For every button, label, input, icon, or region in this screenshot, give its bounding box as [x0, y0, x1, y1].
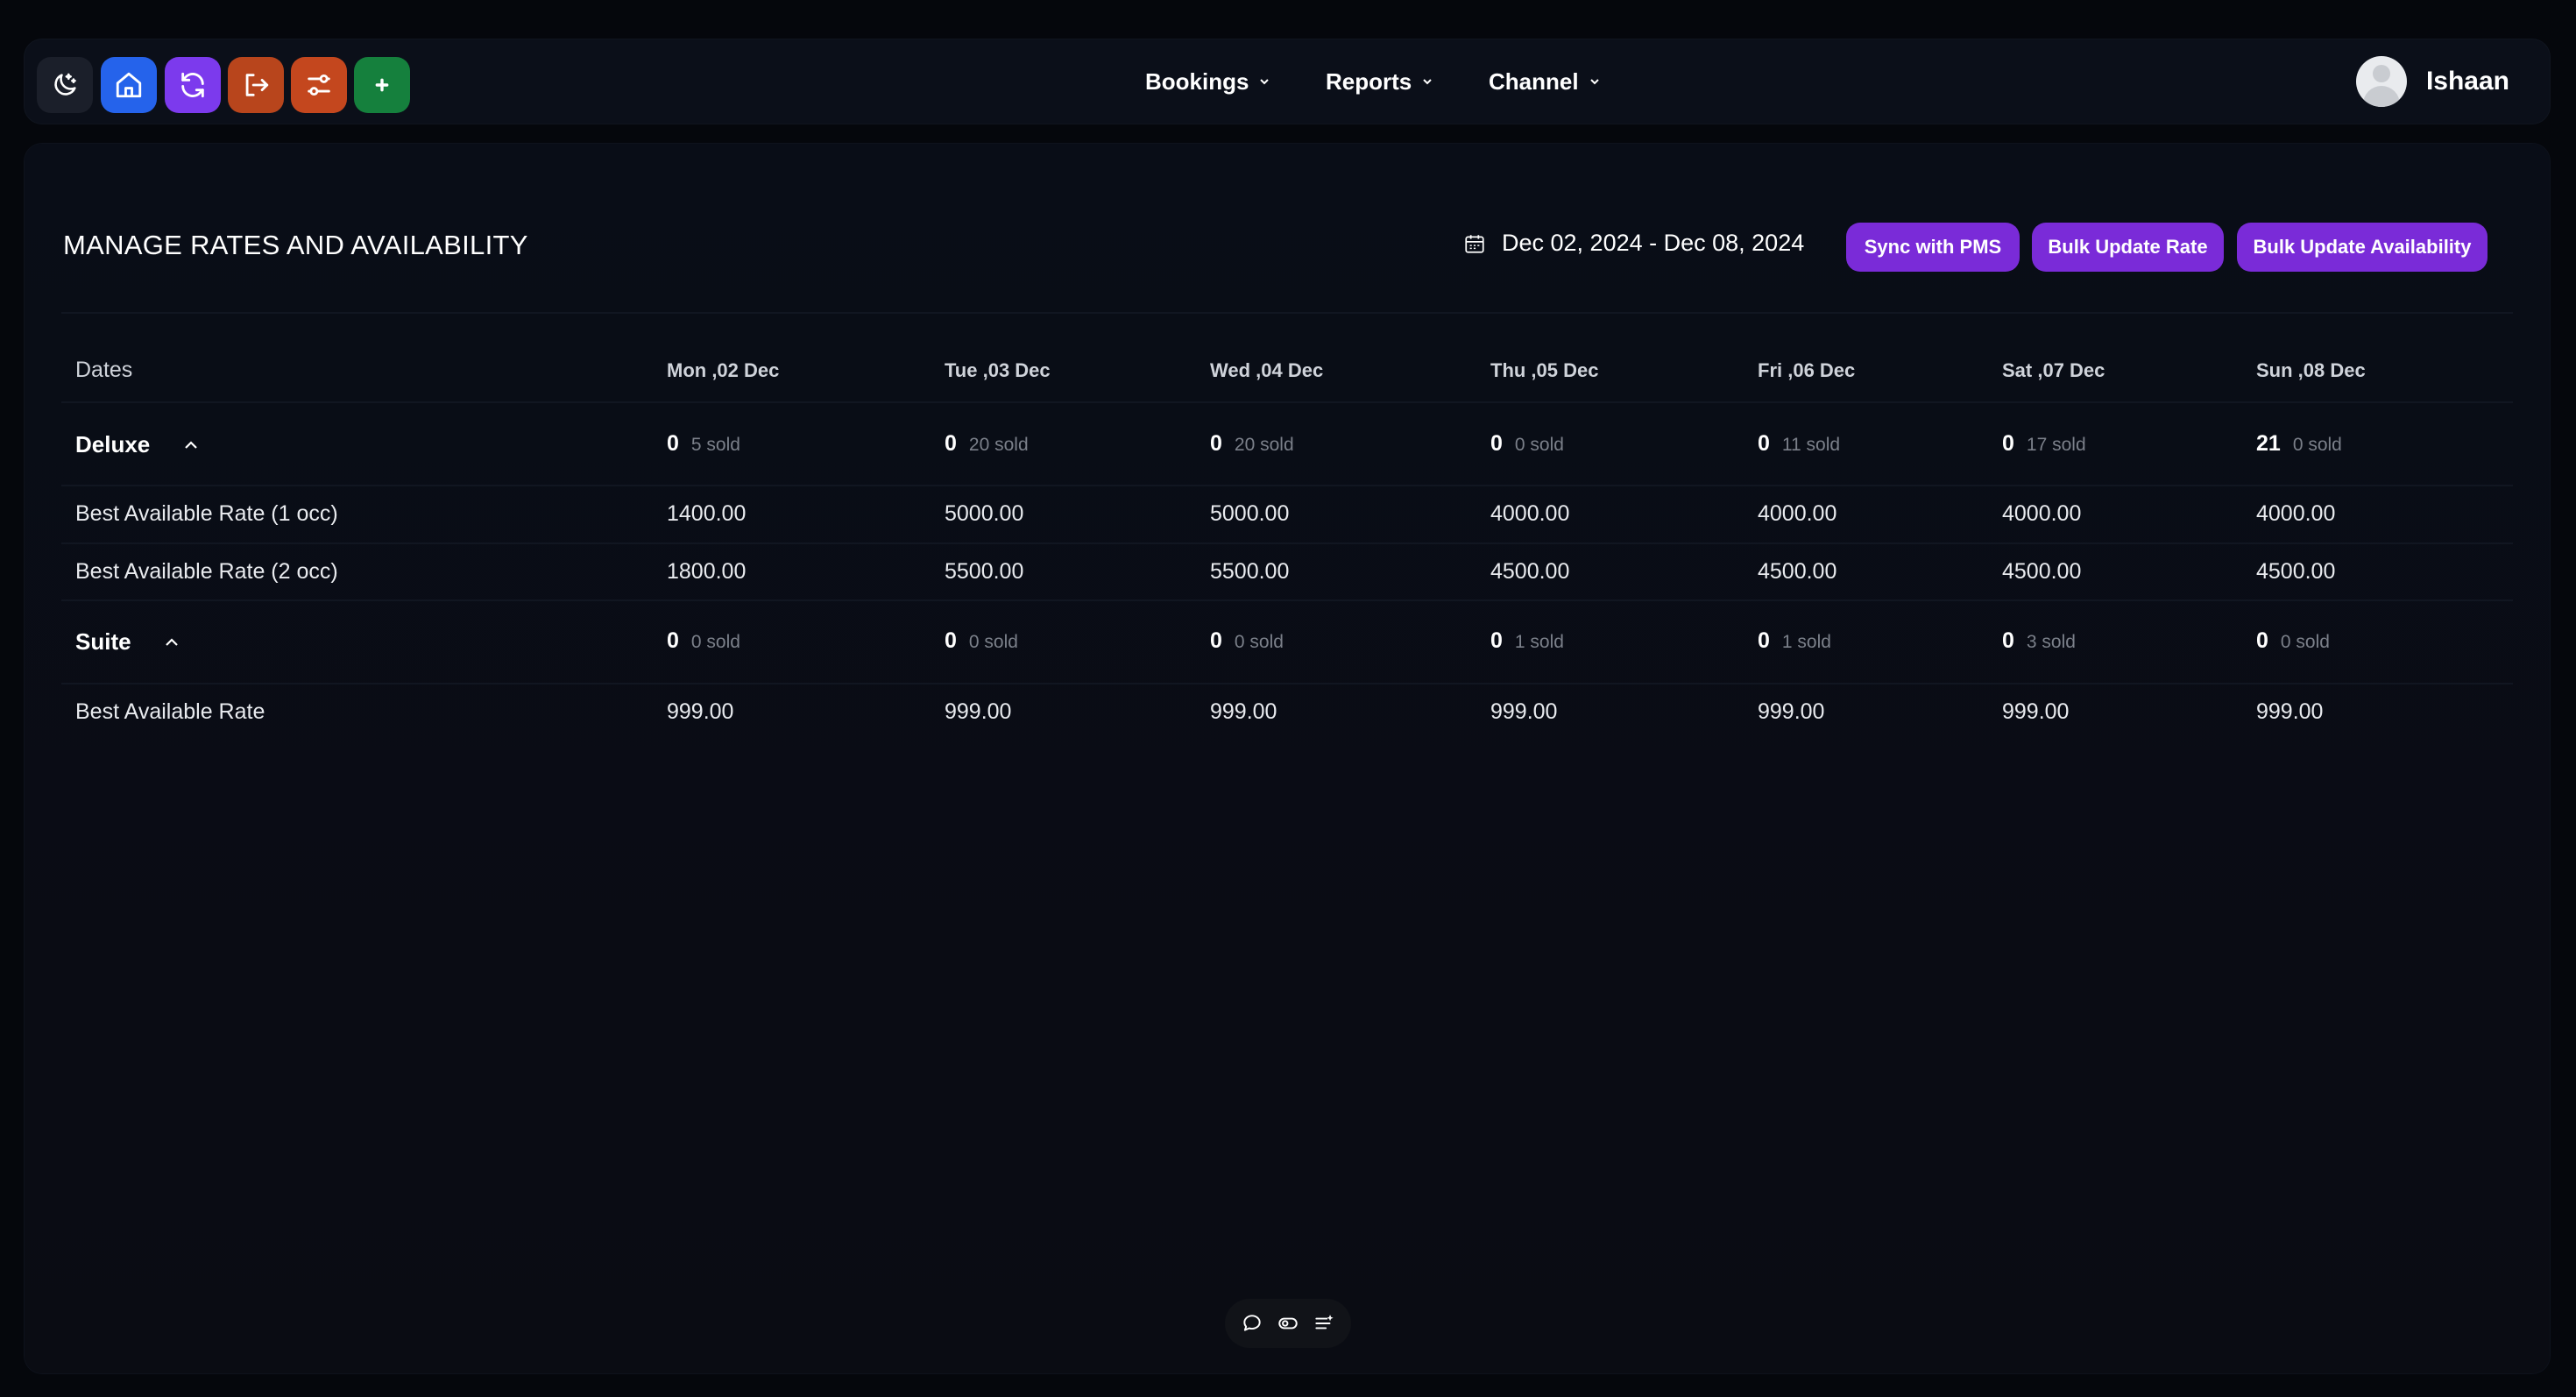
availability-cell[interactable]: 03 sold: [2002, 628, 2076, 654]
availability-cell[interactable]: 00 sold: [1210, 628, 1284, 654]
chevron-down-icon: [1589, 79, 1599, 85]
nav-channel-label: Channel: [1489, 67, 1579, 95]
rate-cell[interactable]: 1400.00: [667, 501, 746, 527]
rate-plan-name: Best Available Rate (2 occ): [75, 559, 338, 584]
availability-cell[interactable]: 0 11 sold: [1758, 431, 1840, 457]
availability-cell[interactable]: 05 sold: [667, 431, 740, 457]
rate-cell[interactable]: 4500.00: [2002, 559, 2081, 585]
user-name: Ishaan: [2425, 67, 2509, 96]
settings-button[interactable]: [291, 57, 347, 113]
nav-bookings[interactable]: Bookings: [1145, 39, 1271, 124]
logout-icon: [245, 74, 269, 96]
rate-cell[interactable]: 999.00: [667, 699, 733, 725]
day-header: Tue ,03 Dec: [945, 359, 1051, 381]
dates-header: Dates: [75, 358, 133, 382]
plus-icon: [375, 78, 389, 92]
chat-icon[interactable]: [1241, 1312, 1263, 1335]
day-header: Fri ,06 Dec: [1758, 359, 1856, 381]
home-button[interactable]: [101, 57, 157, 113]
divider: [61, 485, 2513, 486]
divider: [61, 542, 2513, 544]
divider: [61, 401, 2513, 403]
rate-cell[interactable]: 999.00: [1210, 699, 1277, 725]
sync-with-pms-button[interactable]: Sync with PMS: [1846, 223, 2020, 272]
day-header: Mon ,02 Dec: [667, 359, 780, 381]
day-header: Wed ,04 Dec: [1210, 359, 1324, 381]
rate-cell[interactable]: 4000.00: [1758, 501, 1836, 527]
rate-cell[interactable]: 5500.00: [1210, 559, 1289, 585]
menu-list-icon[interactable]: [1313, 1312, 1335, 1335]
day-header: Sat ,07 Dec: [2002, 359, 2105, 381]
date-range-text: Dec 02, 2024 - Dec 08, 2024: [1502, 230, 1805, 256]
top-navbar: Bookings Reports Channel Ishaan: [25, 39, 2550, 124]
availability-cell[interactable]: 0 17 sold: [2002, 431, 2086, 457]
availability-cell[interactable]: 01 sold: [1758, 628, 1831, 654]
nav-bookings-label: Bookings: [1145, 67, 1249, 95]
rate-cell[interactable]: 4500.00: [1490, 559, 1569, 585]
divider: [61, 599, 2513, 601]
availability-cell[interactable]: 00 sold: [945, 628, 1018, 654]
availability-cell[interactable]: 00 sold: [2256, 628, 2330, 654]
nav-reports[interactable]: Reports: [1326, 39, 1434, 124]
logout-button[interactable]: [228, 57, 284, 113]
rate-cell[interactable]: 4500.00: [1758, 559, 1836, 585]
chevron-down-icon: [1423, 79, 1432, 85]
rate-plan-name: Best Available Rate (1 occ): [75, 501, 338, 526]
rate-cell[interactable]: 4500.00: [2256, 559, 2335, 585]
chevron-down-icon: [1260, 79, 1270, 85]
room-type-name: Suite: [75, 628, 131, 655]
rate-cell[interactable]: 4000.00: [2002, 501, 2081, 527]
nav-channel[interactable]: Channel: [1489, 39, 1602, 124]
moon-icon: [54, 73, 76, 96]
rate-cell[interactable]: 1800.00: [667, 559, 746, 585]
rate-cell[interactable]: 999.00: [2002, 699, 2069, 725]
divider: [61, 683, 2513, 684]
availability-cell[interactable]: 00 sold: [667, 628, 740, 654]
bulk-update-availability-button[interactable]: Bulk Update Availability: [2237, 223, 2488, 272]
availability-cell[interactable]: 21 0 sold: [2256, 431, 2342, 457]
date-range-picker[interactable]: Dec 02, 2024 - Dec 08, 2024: [1463, 230, 1804, 257]
day-header: Thu ,05 Dec: [1490, 359, 1599, 381]
refresh-icon: [181, 72, 204, 98]
floating-toolbar: [1225, 1299, 1351, 1348]
rate-cell[interactable]: 999.00: [2256, 699, 2323, 725]
page-title: MANAGE RATES AND AVAILABILITY: [63, 230, 528, 260]
sliders-icon: [308, 74, 330, 96]
rate-cell[interactable]: 5000.00: [1210, 501, 1289, 527]
main-panel: [25, 144, 2550, 1373]
nav-reports-label: Reports: [1326, 67, 1412, 95]
toggle-icon[interactable]: [1277, 1312, 1299, 1335]
availability-cell[interactable]: 01 sold: [1490, 628, 1564, 654]
chevron-up-icon[interactable]: [180, 435, 202, 456]
availability-cell[interactable]: 0 20 sold: [1210, 431, 1294, 457]
user-menu[interactable]: Ishaan: [2355, 39, 2509, 124]
divider: [61, 312, 2513, 314]
rate-cell[interactable]: 5000.00: [945, 501, 1023, 527]
chevron-up-icon[interactable]: [161, 632, 182, 653]
rate-cell[interactable]: 999.00: [1490, 699, 1557, 725]
availability-cell[interactable]: 0 20 sold: [945, 431, 1029, 457]
home-icon: [116, 72, 142, 98]
rate-cell[interactable]: 5500.00: [945, 559, 1023, 585]
theme-toggle-button[interactable]: [37, 57, 93, 113]
room-type-name: Deluxe: [75, 431, 151, 457]
rate-cell[interactable]: 4000.00: [1490, 501, 1569, 527]
rate-cell[interactable]: 999.00: [945, 699, 1011, 725]
rate-cell[interactable]: 4000.00: [2256, 501, 2335, 527]
add-button[interactable]: [354, 57, 410, 113]
rate-cell[interactable]: 999.00: [1758, 699, 1824, 725]
day-header: Sun ,08 Dec: [2256, 359, 2366, 381]
bulk-update-rate-button[interactable]: Bulk Update Rate: [2032, 223, 2224, 272]
rate-plan-name: Best Available Rate: [75, 699, 265, 724]
refresh-button[interactable]: [165, 57, 221, 113]
calendar-icon: [1465, 234, 1484, 253]
availability-cell[interactable]: 00 sold: [1490, 431, 1564, 457]
avatar: [2355, 56, 2407, 107]
